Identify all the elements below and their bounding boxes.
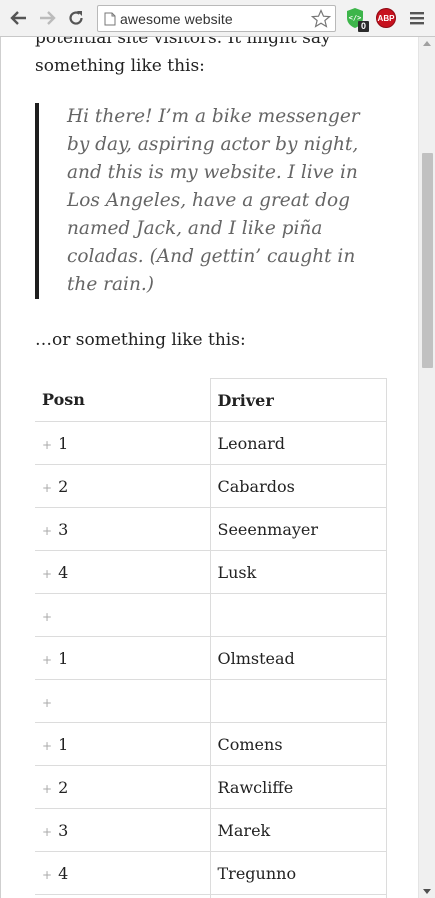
vertical-scrollbar[interactable] (418, 37, 435, 898)
back-icon (10, 11, 26, 25)
table-row: +1 Leonard (35, 421, 387, 465)
driver-cell: Lusk (209, 550, 387, 594)
page-viewport: potential site visitors. It might say so… (0, 37, 435, 898)
posn-cell: + (35, 679, 210, 723)
driver-cell: Cabardos (209, 464, 387, 508)
table-row: +1 Olmstead (35, 636, 387, 680)
expand-plus-icon[interactable]: + (42, 825, 52, 839)
reload-button[interactable] (66, 8, 86, 28)
driver-cell: Leonard (209, 421, 387, 465)
forward-button[interactable] (37, 8, 57, 28)
table-row: +4 Tregunno (35, 851, 387, 895)
example-quote: Hi there! I’m a bike messenger by day, a… (35, 103, 387, 299)
article-content: potential site visitors. It might say so… (35, 37, 387, 898)
forward-icon (40, 11, 56, 25)
posn-value: 1 (58, 734, 69, 754)
posn-cell: +3 (35, 808, 210, 852)
table-header-row: Posn Driver (35, 378, 387, 422)
extension-badge: 0 (358, 21, 369, 32)
posn-cell: +2 (35, 464, 210, 508)
posn-value: 3 (58, 519, 69, 539)
outro-paragraph: …or something like this: (35, 330, 246, 350)
posn-value: 1 (58, 648, 69, 668)
driver-cell: Seeenmayer (209, 507, 387, 551)
table-row: + (35, 679, 387, 723)
url-text: awesome website (120, 11, 233, 27)
table-row: +2 Rawcliffe (35, 765, 387, 809)
reload-icon (69, 11, 83, 25)
scroll-down-icon[interactable] (423, 889, 431, 894)
posn-cell: +5 (35, 894, 210, 898)
expand-plus-icon[interactable]: + (42, 610, 52, 624)
menu-icon (410, 12, 424, 25)
star-icon[interactable] (311, 9, 331, 29)
driver-cell: Crandall (209, 894, 387, 898)
posn-value: 3 (58, 820, 69, 840)
back-button[interactable] (9, 8, 29, 28)
table-row: +2 Cabardos (35, 464, 387, 508)
driver-cell (209, 593, 387, 637)
posn-cell: +1 (35, 636, 210, 680)
table-row: + (35, 593, 387, 637)
driver-cell (209, 679, 387, 723)
standings-table: Posn Driver +1 Leonard +2 Cabardos +3 Seeenma… (35, 378, 387, 898)
expand-plus-icon[interactable]: + (42, 438, 52, 452)
expand-plus-icon[interactable]: + (42, 481, 52, 495)
driver-cell: Olmstead (209, 636, 387, 680)
page-icon (104, 12, 116, 26)
posn-cell: +3 (35, 507, 210, 551)
expand-plus-icon[interactable]: + (42, 524, 52, 538)
posn-cell: +1 (35, 421, 210, 465)
expand-plus-icon[interactable]: + (42, 696, 52, 710)
posn-cell: +2 (35, 765, 210, 809)
posn-value: 1 (58, 433, 69, 453)
driver-cell: Comens (209, 722, 387, 766)
posn-value: 2 (58, 777, 69, 797)
adblock-icon[interactable]: ABP (376, 8, 396, 28)
browser-toolbar: awesome website </> 0 ABP (0, 0, 435, 37)
header-posn: Posn (35, 378, 210, 422)
table-row: +4 Lusk (35, 550, 387, 594)
scroll-thumb[interactable] (422, 153, 433, 368)
posn-cell: + (35, 593, 210, 637)
address-bar[interactable]: awesome website (97, 5, 336, 32)
driver-cell: Rawcliffe (209, 765, 387, 809)
header-driver: Driver (209, 378, 387, 422)
table-row: +5Crandall (35, 894, 387, 898)
table-row: +3 Seeenmayer (35, 507, 387, 551)
posn-value: 2 (58, 476, 69, 496)
posn-value: 4 (58, 863, 69, 883)
table-row: +1 Comens (35, 722, 387, 766)
posn-cell: +4 (35, 550, 210, 594)
posn-value: 4 (58, 562, 69, 582)
expand-plus-icon[interactable]: + (42, 567, 52, 581)
table-row: +3 Marek (35, 808, 387, 852)
posn-cell: +4 (35, 851, 210, 895)
driver-cell: Marek (209, 808, 387, 852)
intro-paragraph: potential site visitors. It might say so… (35, 37, 331, 76)
posn-cell: +1 (35, 722, 210, 766)
expand-plus-icon[interactable]: + (42, 868, 52, 882)
menu-button[interactable] (409, 10, 425, 30)
expand-plus-icon[interactable]: + (42, 782, 52, 796)
scroll-up-icon[interactable] (423, 41, 431, 46)
expand-plus-icon[interactable]: + (42, 739, 52, 753)
expand-plus-icon[interactable]: + (42, 653, 52, 667)
driver-cell: Tregunno (209, 851, 387, 895)
